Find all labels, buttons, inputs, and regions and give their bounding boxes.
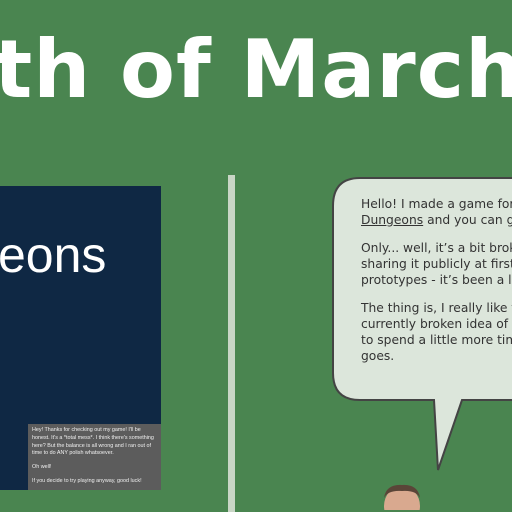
dungeons-link[interactable]: Dungeons (361, 213, 423, 227)
game-cover-title: eons (0, 227, 107, 283)
note-paragraph: Hey! Thanks for checking out my game! I'… (32, 427, 154, 457)
presenter-avatar (372, 484, 432, 512)
bubble-line: Only... well, it’s a bit broke (361, 241, 512, 255)
bubble-line: to spend a little more time (361, 333, 512, 347)
bubble-line: prototypes - it’s been a lo (361, 273, 512, 287)
column-divider (228, 175, 235, 512)
bubble-line: currently broken idea of a (361, 317, 512, 331)
speech-bubble-text: Hello! I made a game for t Dungeons and … (361, 196, 512, 376)
bubble-paragraph: Only... well, it’s a bit broke sharing i… (361, 240, 512, 288)
slide-title: th of March 2 (0, 23, 512, 116)
bubble-line: and you can go (427, 213, 512, 227)
bubble-line: sharing it publicly at first. (361, 257, 512, 271)
speech-bubble-text-area: Hello! I made a game for t Dungeons and … (330, 178, 512, 398)
note-paragraph: Oh well! (32, 464, 52, 471)
bubble-paragraph: The thing is, I really like th currently… (361, 300, 512, 364)
bubble-paragraph: Hello! I made a game for t Dungeons and … (361, 196, 512, 228)
bubble-line: goes. (361, 349, 395, 363)
bubble-line: Hello! I made a game for t (361, 197, 512, 211)
developer-note: Hey! Thanks for checking out my game! I'… (28, 424, 161, 490)
bubble-line: The thing is, I really like th (361, 301, 512, 315)
title-banner: th of March 2 (0, 0, 512, 140)
note-paragraph: If you decide to try playing anyway, goo… (32, 478, 142, 485)
